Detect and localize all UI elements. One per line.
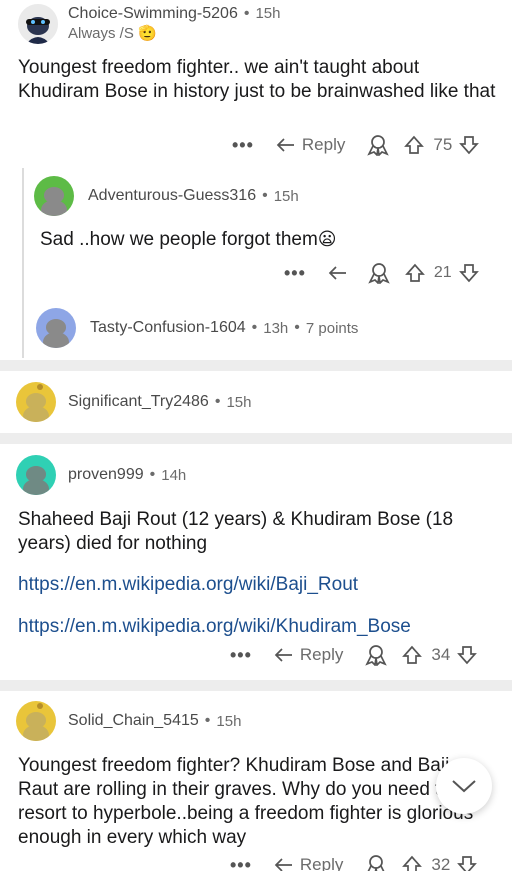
reply-arrow-icon (276, 138, 294, 152)
timestamp: 14h (161, 466, 187, 484)
snoo-antenna (37, 384, 43, 390)
comment-header: proven999 • 14h (16, 455, 186, 495)
upvote-icon[interactable] (401, 855, 423, 871)
award-icon[interactable] (366, 262, 392, 284)
separator-dot: • (294, 319, 300, 336)
comment-header: Solid_Chain_5415 • 15h (16, 701, 241, 741)
wikipedia-link-baji-rout[interactable]: https://en.m.wikipedia.org/wiki/Baji_Rou… (18, 574, 358, 596)
timestamp: 15h (216, 712, 242, 730)
reply-label: Reply (301, 135, 346, 154)
flair-emoji-icon: 🫡 (138, 25, 157, 42)
downvote-icon[interactable] (458, 135, 480, 155)
chevron-down-icon (452, 780, 476, 793)
timestamp: 13h (263, 319, 289, 337)
timestamp: 15h (226, 393, 252, 411)
divider (0, 433, 512, 444)
snoo-body (43, 332, 69, 348)
avatar[interactable] (16, 382, 56, 422)
downvote-icon[interactable] (458, 263, 480, 283)
more-options-icon[interactable]: ••• (230, 855, 252, 871)
reply-arrow-icon (274, 858, 292, 871)
more-options-icon[interactable]: ••• (284, 263, 306, 284)
comment-actions: ••• Reply 32 (230, 854, 478, 871)
reply-label: Reply (299, 855, 344, 871)
reply-button[interactable]: Reply (276, 135, 345, 155)
username[interactable]: Tasty-Confusion-1604 (90, 319, 246, 337)
separator-dot: • (243, 5, 250, 22)
comment-actions: ••• 21 (284, 262, 480, 284)
avatar[interactable] (18, 4, 58, 44)
reply-arrow-icon (274, 648, 292, 662)
more-options-icon[interactable]: ••• (230, 645, 252, 666)
comment-actions: ••• Reply 75 (232, 134, 480, 156)
snoo-body (23, 479, 49, 495)
timestamp: 15h (255, 5, 281, 22)
points: 7 points (305, 319, 359, 337)
username[interactable]: proven999 (68, 466, 144, 484)
snoo-body (41, 200, 67, 216)
comment-actions: ••• Reply 34 (230, 644, 478, 666)
separator-dot: • (204, 712, 211, 729)
vote-count: 75 (433, 135, 453, 154)
wikipedia-link-khudiram-bose[interactable]: https://en.m.wikipedia.org/wiki/Khudiram… (18, 616, 411, 638)
award-icon[interactable] (363, 644, 389, 666)
timestamp: 15h (273, 187, 299, 205)
comment-header: Adventurous-Guess316 • 15h (34, 176, 504, 216)
avatar[interactable] (36, 308, 76, 348)
sad-emoji-icon: 😦 (317, 229, 337, 249)
snoo-body (23, 406, 49, 422)
username[interactable]: Adventurous-Guess316 (88, 187, 256, 205)
user-flair: Always /S (68, 25, 134, 42)
divider (0, 680, 512, 691)
separator-dot: • (149, 466, 156, 483)
reply-label: Reply (299, 645, 344, 664)
comment-body: Sad ..how we people forgot them (40, 229, 318, 250)
avatar[interactable] (16, 455, 56, 495)
downvote-icon[interactable] (456, 855, 478, 871)
thread-line (22, 168, 24, 358)
comment-body: Youngest freedom fighter.. we ain't taug… (18, 57, 496, 102)
more-options-icon[interactable]: ••• (232, 135, 254, 156)
comment-3: proven999 • 14h Shaheed Baji Rout (12 year… (0, 444, 512, 680)
avatar[interactable] (16, 701, 56, 741)
collapsed-reply[interactable]: Tasty-Confusion-1604 • 13h • 7 points (36, 308, 358, 348)
reply-button[interactable]: Reply (274, 855, 343, 871)
award-icon[interactable] (363, 854, 389, 871)
upvote-icon[interactable] (403, 135, 425, 155)
username[interactable]: Solid_Chain_5415 (68, 712, 199, 730)
downvote-icon[interactable] (456, 645, 478, 665)
comment-1: Choice-Swimming-5206 • 15h Always /S 🫡 You… (0, 0, 512, 360)
separator-dot: • (214, 393, 221, 410)
username[interactable]: Significant_Try2486 (68, 393, 209, 411)
comment-4: Solid_Chain_5415 • 15h Youngest freedom fi… (0, 691, 512, 871)
next-comment-button[interactable] (436, 758, 492, 814)
vote-count: 32 (431, 855, 451, 871)
snoo-avatar-icon (18, 4, 58, 44)
reply-button[interactable]: Reply (274, 645, 343, 665)
separator-dot: • (251, 319, 258, 336)
collapsed-comment[interactable]: Significant_Try2486 • 15h (16, 382, 251, 422)
upvote-icon[interactable] (401, 645, 423, 665)
comment-body: Youngest freedom fighter? Khudiram Bose … (18, 755, 474, 848)
avatar[interactable] (34, 176, 74, 216)
vote-count: 34 (431, 645, 451, 664)
snoo-body (23, 725, 49, 741)
separator-dot: • (262, 187, 268, 204)
vote-count: 21 (433, 264, 452, 281)
divider (0, 360, 512, 371)
reply-arrow-icon[interactable] (328, 264, 348, 282)
username[interactable]: Choice-Swimming-5206 (68, 5, 238, 22)
comment-body: Shaheed Baji Rout (12 years) & Khudiram … (18, 509, 454, 554)
upvote-icon[interactable] (404, 263, 426, 283)
snoo-antenna (37, 703, 43, 709)
award-icon[interactable] (365, 134, 391, 156)
comment-header: Choice-Swimming-5206 • 15h Always /S 🫡 (18, 4, 280, 44)
